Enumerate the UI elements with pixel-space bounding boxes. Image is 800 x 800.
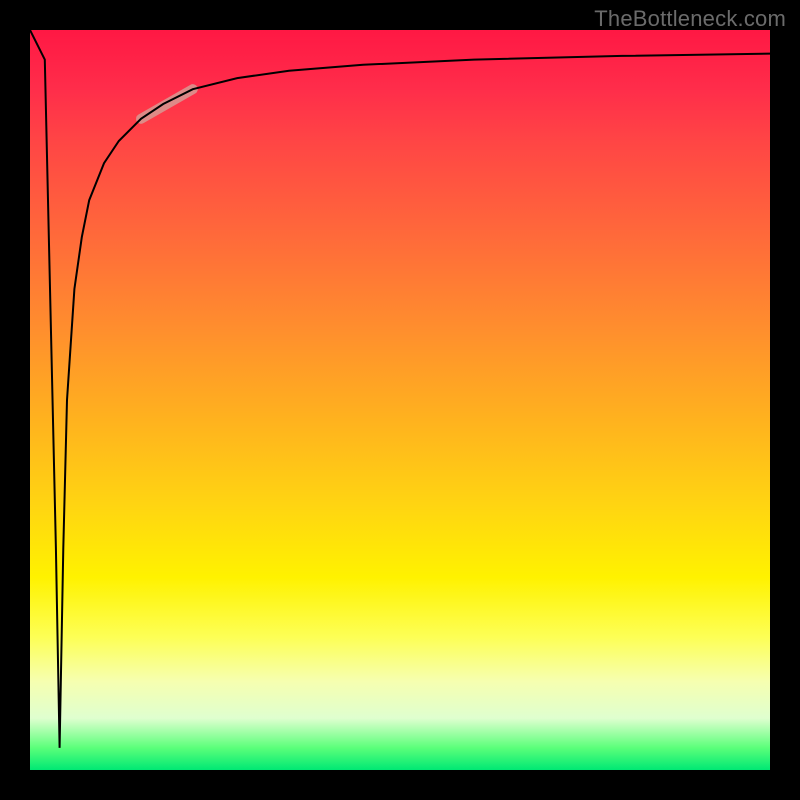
chart-frame: TheBottleneck.com [0,0,800,800]
watermark-text: TheBottleneck.com [594,6,786,32]
curve-svg [30,30,770,770]
plot-area [30,30,770,770]
bottleneck-curve [30,30,770,748]
